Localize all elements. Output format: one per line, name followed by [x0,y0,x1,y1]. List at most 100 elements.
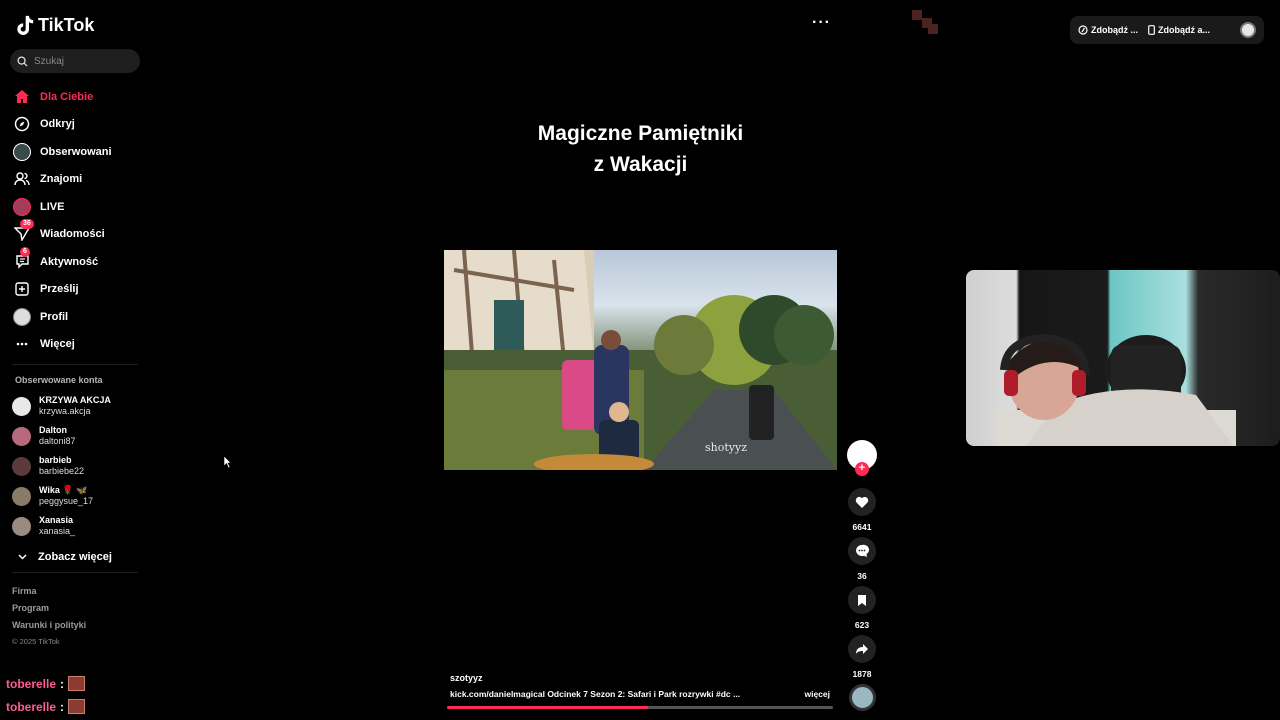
video-player[interactable] [444,250,837,470]
get-coins-label: Zdobądź ... [1091,25,1138,35]
save-button[interactable] [848,586,876,614]
compass-icon [12,114,32,134]
video-progress-bar[interactable] [447,706,833,709]
creator-avatar[interactable]: + [847,440,877,476]
account-username: peggysue_17 [39,496,94,506]
more-dots-icon [12,334,32,354]
video-title: Magiczne Pamiętniki z Wakacji [444,118,837,180]
friends-icon [12,169,32,189]
following-account[interactable]: barbieb barbiebe22 [12,451,142,481]
video-description: kick.com/danielmagical Odcinek 7 Sezon 2… [450,689,741,699]
share-icon [856,644,868,654]
footer-link-terms[interactable]: Warunki i polityki [12,620,86,637]
video-title-line: Magiczne Pamiętniki [537,122,744,145]
video-author[interactable]: szotyyz [450,673,830,683]
nav-item-more[interactable]: Więcej [12,331,142,359]
chat-username: toberelle [6,699,57,714]
account-name: Dalton [39,425,67,435]
share-action: 1878 [846,635,878,684]
account-avatar [12,396,31,416]
follow-plus-icon[interactable]: + [855,462,869,476]
following-account[interactable]: Dalton daltoni87 [12,421,142,451]
save-action: 623 [846,586,878,635]
nav-item-live[interactable]: LIVE [12,193,142,221]
get-coins-button[interactable]: Zdobądź ... [1078,25,1138,35]
like-count: 6641 [852,522,872,532]
account-name: barbieb [39,455,72,465]
get-app-button[interactable]: Zdobądź a... [1148,25,1210,35]
account-avatar [12,426,31,446]
comment-icon [856,544,869,557]
get-app-label: Zdobądź a... [1158,25,1211,35]
nav-label: Profil [40,310,69,323]
live-avatar-icon [12,197,32,217]
comment-action: 36 [846,537,878,586]
nav-item-following[interactable]: Obserwowani [12,138,142,166]
copyright: © 2025 TikTok [12,637,60,646]
account-username: daltoni87 [39,436,76,446]
sidebar: TikTok Dla Ciebie Odkryj Obserwowani [0,0,148,720]
chevron-down-icon [18,554,27,560]
more-options-button[interactable]: ··· [812,14,831,32]
nav-label: Więcej [40,338,75,351]
nav-item-messages[interactable]: 36 Wiadomości [12,219,142,249]
chat-separator: : [60,699,65,714]
user-avatar[interactable] [1240,22,1256,38]
more-description-button[interactable]: więcej [804,689,830,699]
chat-message: toberelle : [6,676,86,691]
like-action: 6641 [846,488,878,537]
like-button[interactable] [848,488,876,516]
footer-link-company[interactable]: Firma [12,586,86,603]
tiktok-logo[interactable]: TikTok [14,14,94,36]
mouse-cursor-icon [224,456,232,468]
following-account[interactable]: Xanasia xanasia_ [12,511,142,541]
following-account[interactable]: Wika 🌹 🦋 peggysue_17 [12,481,142,511]
search-icon [17,55,28,67]
music-disc-icon[interactable] [848,684,876,711]
nav-item-profile[interactable]: Profil [12,303,142,331]
following-accounts-list: KRZYWA AKCJA krzywa.akcja Dalton daltoni87… [12,391,142,569]
app-name: TikTok [38,14,95,35]
see-more-button[interactable]: Zobacz więcej [12,545,142,569]
overlay-graphic [912,10,940,34]
paper-plane-icon: 36 [12,219,34,244]
nav-label: Obserwowani [40,145,112,158]
bookmark-icon [858,594,866,606]
following-avatar-icon [12,142,32,162]
divider [12,364,138,365]
coin-icon [1078,25,1088,35]
video-watermark: shotyyz [705,441,747,454]
activity-icon: 6 [12,246,32,272]
divider [12,572,138,573]
top-right-bar: Zdobądź ... Zdobądź a... [1070,16,1264,44]
following-section-label: Obserwowane konta [15,375,103,385]
nav-item-explore[interactable]: Odkryj [12,111,142,139]
upload-icon [12,279,32,299]
webcam-feed-image [996,333,1236,446]
activity-badge: 6 [20,246,30,257]
nav-label: Prześlij [40,283,79,296]
tiktok-note-icon [17,15,34,36]
heart-icon [855,496,869,508]
chat-username: toberelle [6,676,57,691]
nav-item-friends[interactable]: Znajomi [12,166,142,194]
following-account[interactable]: KRZYWA AKCJA krzywa.akcja [12,391,142,421]
home-icon [12,87,32,107]
account-name: KRZYWA AKCJA [39,395,111,405]
comment-button[interactable] [848,537,876,565]
footer-link-program[interactable]: Program [12,603,86,620]
nav-label: Wiadomości [40,228,105,241]
account-username: krzywa.akcja [39,406,91,416]
nav-label: LIVE [40,200,65,213]
nav-item-activity[interactable]: 6 Aktywność [12,246,142,276]
account-avatar [12,516,31,536]
nav-item-upload[interactable]: Prześlij [12,276,142,304]
share-button[interactable] [848,635,876,663]
footer: Firma Program Warunki i polityki © 2025 … [12,586,86,649]
search-box[interactable] [10,49,140,73]
nav-item-for-you[interactable]: Dla Ciebie [12,83,142,111]
video-actions: + 6641 36 623 1878 [846,440,878,711]
search-input[interactable] [34,55,129,67]
chat-separator: : [60,676,65,691]
webcam-overlay [966,270,1280,446]
